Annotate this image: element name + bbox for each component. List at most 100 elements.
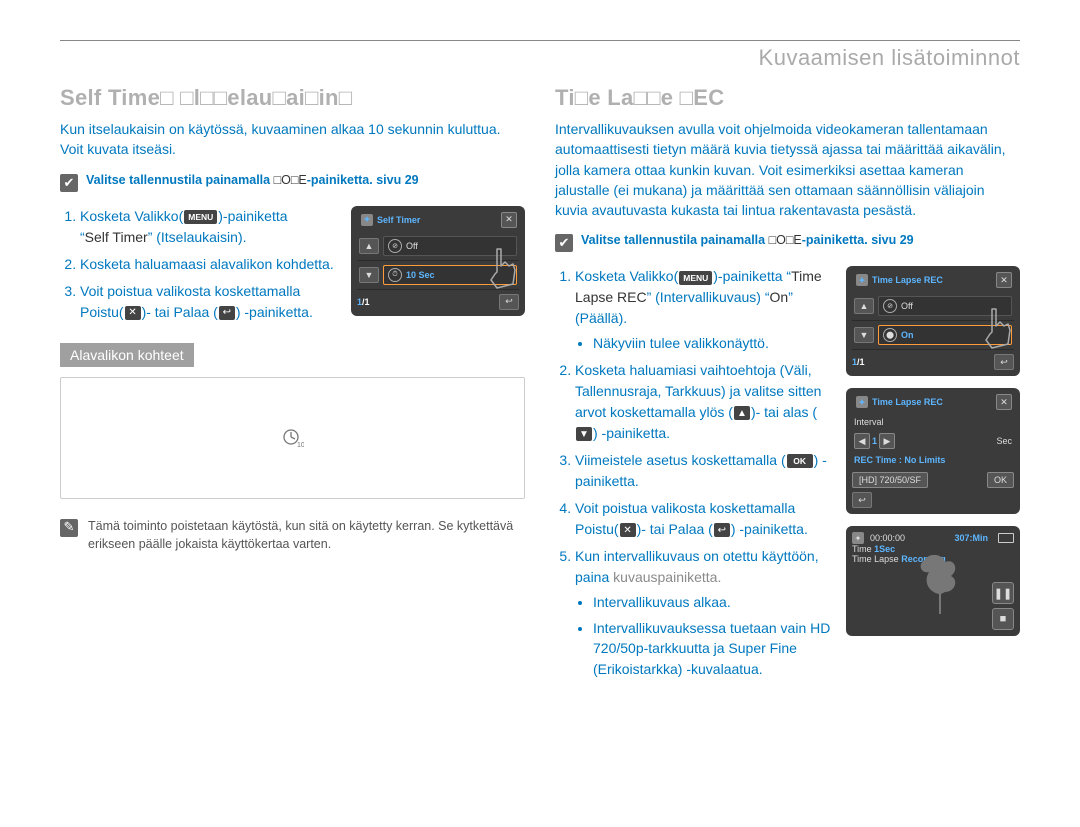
mode-note-prefix: Valitse tallennustila painamalla — [86, 173, 274, 187]
r-step1-on: On — [770, 289, 789, 305]
interval-label: Interval — [854, 417, 884, 427]
left-step-2: Kosketa haluamaasi alavalikon kohdetta. — [80, 254, 339, 275]
battery-icon — [998, 533, 1014, 543]
left-step3-b: )- tai Palaa ( — [142, 304, 218, 320]
decrease-icon[interactable]: ◀ — [854, 433, 870, 449]
check-icon: ✔ — [60, 174, 78, 192]
timer-10-small-icon: 10 — [282, 427, 304, 449]
left-step-3: Voit poistua valikosta koskettamalla Poi… — [80, 281, 339, 323]
resolution-display: [HD] 720/50/SF — [852, 472, 928, 488]
r-step1-a: Kosketa Valikko( — [575, 268, 678, 284]
interval-unit: Sec — [996, 436, 1012, 446]
note-icon: ✎ — [60, 519, 78, 537]
r-step2-b: )- tai alas ( — [751, 404, 817, 420]
pager-tot: 1 — [365, 297, 370, 307]
flower-silhouette-icon — [909, 554, 969, 618]
left-step1-suffix: ” (Itselaukaisin). — [148, 229, 247, 245]
interval-value: 1 — [872, 436, 877, 446]
section-header: Kuvaamisen lisätoiminnot — [60, 45, 1020, 71]
return-icon: ↩ — [219, 306, 235, 320]
touch-hand-icon — [479, 244, 519, 294]
right-step-5: Kun intervallikuvaus on otettu käyttöön,… — [575, 546, 834, 679]
close-icon[interactable]: ✕ — [996, 394, 1012, 410]
return-screen-icon[interactable]: ↩ — [499, 294, 519, 310]
res-val: 1Sec — [874, 544, 895, 554]
row-10sec-label[interactable]: 10 Sec — [406, 270, 435, 280]
camera-icon: ✦ — [361, 214, 373, 226]
left-step1-item: Self Timer — [85, 229, 148, 245]
pagerA-cur: 1 — [852, 357, 857, 367]
r-bullet-2: Intervallikuvauksessa tuetaan vain HD 72… — [593, 618, 834, 679]
screenA-title: Time Lapse REC — [872, 275, 943, 285]
menu-button-icon: MENU — [184, 210, 217, 224]
r-step5-link: kuvauspainiketta. — [613, 569, 721, 585]
right-step-1: Kosketa Valikko(MENU)-painiketta “Time L… — [575, 266, 834, 353]
left-step1-b: )-painiketta — [218, 208, 287, 224]
up-arrow-icon[interactable]: ▲ — [854, 298, 874, 314]
camera-icon: ✦ — [852, 532, 864, 544]
status-min: 307:Min — [954, 533, 988, 543]
r-step1-c: ” (Intervallikuvaus) “ — [647, 289, 770, 305]
right-column: Ti□e La□□e □EC Intervallikuvauksen avull… — [555, 85, 1020, 693]
menu-button-icon: MENU — [679, 271, 712, 285]
mode-btn-label-r: □O□E — [769, 233, 802, 247]
timelapse-settings-screen: ✦ Time Lapse REC ✕ Interval ◀ 1 — [846, 388, 1020, 514]
r-step1-b: )-painiketta “ — [713, 268, 791, 284]
res-label: [HD] 720/50/SF — [859, 475, 921, 485]
camera-icon: ✦ — [856, 274, 868, 286]
pagerA-tot: 1 — [860, 357, 865, 367]
left-step3-c: ) -painiketta. — [236, 304, 313, 320]
stop-icon[interactable]: ■ — [992, 608, 1014, 630]
mode-note-right: ✔ Valitse tallennustila painamalla □O□E-… — [555, 232, 1020, 252]
ok-button-icon: OK — [787, 454, 813, 468]
off-indicator-icon: ⊘ — [388, 239, 402, 253]
timer-10-icon: ⏱ — [388, 268, 402, 282]
right-step-4: Voit poistua valikosta koskettamalla Poi… — [575, 498, 834, 540]
tl-a: Time Lapse — [852, 554, 899, 564]
up-icon: ▲ — [734, 406, 750, 420]
svg-text:10: 10 — [297, 442, 304, 449]
screenB-title: Time Lapse REC — [872, 397, 943, 407]
pager-cur: 1 — [357, 297, 362, 307]
close-icon[interactable]: ✕ — [501, 212, 517, 228]
r-step4-b: )- tai Palaa ( — [637, 521, 713, 537]
r-bullet-1: Intervallikuvaus alkaa. — [593, 592, 834, 612]
return-screen-icon[interactable]: ↩ — [852, 492, 872, 508]
increase-icon[interactable]: ▶ — [879, 433, 895, 449]
row-off-label[interactable]: Off — [406, 241, 418, 251]
close-icon[interactable]: ✕ — [996, 272, 1012, 288]
self-timer-screen: ✦ Self Timer ✕ ▲ ⊘Off ▼ ⏱10 Sec — [351, 206, 525, 316]
down-arrow-icon[interactable]: ▼ — [854, 327, 874, 343]
mode-note-prefix-r: Valitse tallennustila painamalla — [581, 233, 769, 247]
on-indicator-icon: ⬤ — [883, 328, 897, 342]
pause-icon[interactable]: ❚❚ — [992, 582, 1014, 604]
up-arrow-icon[interactable]: ▲ — [359, 238, 379, 254]
touch-hand-icon — [974, 304, 1014, 354]
left-column: Self Time□ □l□□elau□ai□in□ Kun itselauka… — [60, 85, 525, 693]
mode-note-left: ✔ Valitse tallennustila painamalla □O□E-… — [60, 172, 525, 192]
r-step1-bullet: Näkyviin tulee valikkonäyttö. — [593, 333, 834, 353]
exit-icon: ✕ — [620, 523, 636, 537]
check-icon: ✔ — [555, 234, 573, 252]
ok-button[interactable]: OK — [987, 472, 1014, 488]
screenA-on[interactable]: On — [901, 330, 914, 340]
timelapse-recording-screen: ✦ 00:00:00 307:Min Time 1Sec Time Lapse … — [846, 526, 1020, 636]
r-step4-c: ) -painiketta. — [731, 521, 808, 537]
return-screen-icon[interactable]: ↩ — [994, 354, 1014, 370]
mode-btn-label: □O□E — [274, 173, 307, 187]
screenA-off[interactable]: Off — [901, 301, 913, 311]
heading-time-lapse: Ti□e La□□e □EC — [555, 85, 1020, 111]
right-step-2: Kosketa haluamiasi vaihtoehtoja (Väli, T… — [575, 360, 834, 444]
footnote-text: Tämä toiminto poistetaan käytöstä, kun s… — [88, 517, 525, 553]
footnote-left: ✎ Tämä toiminto poistetaan käytöstä, kun… — [60, 517, 525, 553]
down-arrow-icon[interactable]: ▼ — [359, 267, 379, 283]
left-step1-a: Kosketa Valikko( — [80, 208, 183, 224]
return-icon: ↩ — [714, 523, 730, 537]
top-rule — [60, 40, 1020, 41]
subheader-row: Alavalikon kohteet — [60, 343, 525, 367]
intro-right: Intervallikuvauksen avulla voit ohjelmoi… — [555, 119, 1020, 220]
heading-self-timer: Self Time□ □l□□elau□ai□in□ — [60, 85, 525, 111]
timelapse-menu-screen: ✦ Time Lapse REC ✕ ▲ ⊘Off ▼ ⬤On — [846, 266, 1020, 376]
r-step2-c: ) -painiketta. — [593, 425, 670, 441]
down-icon: ▼ — [576, 427, 592, 441]
